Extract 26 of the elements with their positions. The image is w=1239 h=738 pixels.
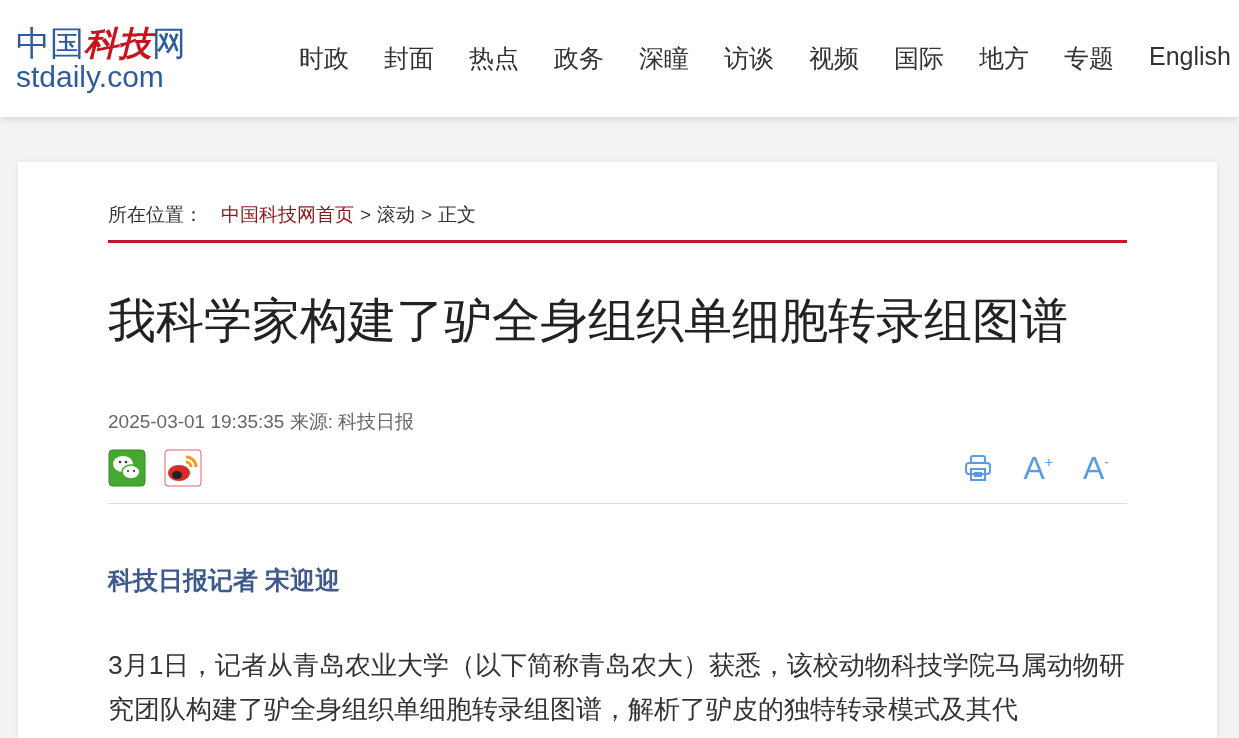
nav-link[interactable]: 专题 xyxy=(1064,42,1114,75)
article-title: 我科学家构建了驴全身组织单细胞转录组图谱 xyxy=(108,293,1069,349)
print-icon[interactable] xyxy=(963,453,994,483)
article-paragraph: 3月1日，记者从青岛农业大学（以下简称青岛农大）获悉，该校动物科技学院马属动物研究团队构建了驴全身组织单细胞转录组图谱，解析了驴皮的独特转录模式及其代 xyxy=(108,649,1127,726)
nav-link[interactable]: 深瞳 xyxy=(639,42,689,75)
nav-link[interactable]: 国际 xyxy=(894,42,944,75)
nav-link[interactable]: 热点 xyxy=(469,42,519,75)
weibo-icon[interactable] xyxy=(164,449,202,487)
nav-link[interactable]: 政务 xyxy=(554,42,604,75)
article-author: 科技日报记者 宋迎迎 xyxy=(108,565,341,596)
article-meta: 2025-03-01 19:35:35 来源: 科技日报 xyxy=(108,410,416,434)
nav-link[interactable]: 时政 xyxy=(299,42,349,75)
site-logo-domain[interactable]: stdaily.com xyxy=(16,61,196,92)
nav-link[interactable]: 地方 xyxy=(979,42,1029,75)
nav-link[interactable]: 访谈 xyxy=(724,42,774,75)
site-logo-name[interactable]: 中国科技网 xyxy=(16,25,196,60)
breadcrumb-separator: > xyxy=(421,204,433,226)
nav-link[interactable]: 封面 xyxy=(384,42,434,75)
breadcrumb-link[interactable]: 中国科技网首页 xyxy=(221,202,354,228)
breadcrumb-separator: > xyxy=(360,204,372,226)
breadcrumb-link[interactable]: 正文 xyxy=(438,202,477,228)
breadcrumb-link[interactable]: 滚动 xyxy=(377,202,416,228)
wechat-icon[interactable] xyxy=(108,449,146,487)
nav-link[interactable]: English xyxy=(1149,42,1231,75)
breadcrumb-label: 所在位置： xyxy=(108,203,203,227)
nav-link[interactable]: 视频 xyxy=(809,42,859,75)
